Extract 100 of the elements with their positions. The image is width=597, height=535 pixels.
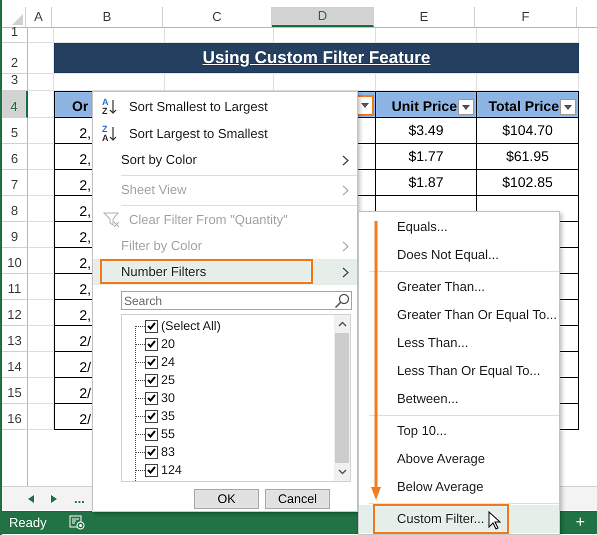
menu-item[interactable]: Below Average <box>359 473 559 501</box>
row-number[interactable]: 9 <box>10 226 18 246</box>
checkbox[interactable] <box>145 446 158 458</box>
row-number[interactable]: 2 <box>10 52 18 72</box>
row-number[interactable]: 1 <box>10 22 18 41</box>
menu-item[interactable]: Number Filters <box>93 259 357 285</box>
table-cell-text: 2, <box>79 124 91 143</box>
menu-item[interactable]: Less Than... <box>359 329 559 357</box>
menu-item[interactable]: Greater Than Or Equal To... <box>359 301 559 329</box>
grid-cell <box>28 248 54 274</box>
chevron-right-icon <box>342 154 349 166</box>
table-cell-text: $102.85 <box>502 173 553 192</box>
column-header: Or <box>72 97 88 116</box>
menu-item[interactable]: A Z Sort Smallest to Largest <box>93 93 357 120</box>
table-cell-text: 2, <box>79 176 91 195</box>
chevron-right-icon <box>342 184 349 196</box>
checkbox[interactable] <box>145 428 158 440</box>
menu-item[interactable]: Greater Than... <box>359 273 559 301</box>
row-number[interactable]: 14 <box>7 356 22 376</box>
caret-icon <box>462 104 470 110</box>
table-cell-text: 2, <box>79 228 91 247</box>
checkbox[interactable] <box>145 338 158 350</box>
value-label: 25 <box>161 372 175 389</box>
value-label: 35 <box>161 408 175 425</box>
dialog-button[interactable]: Cancel <box>265 489 330 509</box>
grid-cell <box>28 378 54 404</box>
value-label: 24 <box>161 354 175 371</box>
search-icon <box>334 292 350 308</box>
mouse-pointer-icon <box>488 511 501 530</box>
checkbox[interactable] <box>145 392 158 404</box>
value-label: 30 <box>161 390 175 407</box>
grid-cell <box>28 74 54 91</box>
grid-cell <box>28 352 54 378</box>
column-letter[interactable]: C <box>212 7 222 27</box>
menu-item[interactable]: Above Average <box>359 445 559 473</box>
table-cell-text: 2, <box>79 306 91 325</box>
column-letter[interactable]: E <box>420 7 428 27</box>
column-letter[interactable]: B <box>102 7 112 27</box>
table-cell-text: 2/ <box>79 410 91 429</box>
column-letter[interactable]: F <box>522 7 530 27</box>
scrollbar[interactable] <box>334 315 350 481</box>
macro-record-icon[interactable] <box>68 515 85 530</box>
menu-item[interactable]: Between... <box>359 385 559 413</box>
row-number[interactable]: 10 <box>7 252 22 272</box>
filter-dropdown-button[interactable] <box>458 99 474 115</box>
value-label: 20 <box>161 336 175 353</box>
sheet-title: Using Custom Filter Feature <box>202 47 430 70</box>
checkbox[interactable] <box>145 356 158 368</box>
next-sheet-icon[interactable] <box>51 495 57 503</box>
menu-item[interactable]: Z A Sort Largest to Smallest <box>93 120 357 147</box>
checkbox[interactable] <box>145 374 158 386</box>
grid-cell <box>28 274 54 300</box>
zoom-in-button[interactable]: + <box>576 510 585 534</box>
table-cell-text: $61.95 <box>506 147 549 166</box>
column-header: Total Price <box>488 97 559 116</box>
dialog-button[interactable]: OK <box>194 489 259 509</box>
row-number[interactable]: 12 <box>7 304 22 324</box>
table-cell-text: 2, <box>79 280 91 299</box>
menu-item[interactable]: Top 10... <box>359 417 559 445</box>
filter-dropdown-button[interactable] <box>560 99 576 115</box>
menu-item[interactable]: Less Than Or Equal To... <box>359 357 559 385</box>
table-cell-text: 2/ <box>79 358 91 377</box>
row-number[interactable]: 13 <box>7 330 22 350</box>
checkbox[interactable] <box>145 410 158 422</box>
column-letter[interactable]: A <box>34 7 43 27</box>
table-cell-text: 2, <box>79 150 91 169</box>
row-number[interactable]: 6 <box>10 148 18 168</box>
column-header: Unit Price <box>392 97 457 116</box>
row-number[interactable]: 16 <box>7 408 22 428</box>
menu-item[interactable]: Does Not Equal... <box>359 241 559 269</box>
table-cell-text: 2, <box>79 202 91 221</box>
menu-item[interactable]: Equals... <box>359 213 559 241</box>
grid-cell <box>28 144 54 170</box>
clear-filter-icon <box>103 212 121 228</box>
row-number[interactable]: 11 <box>8 278 22 298</box>
column-letter[interactable]: D <box>318 6 328 26</box>
table-cell-text: $1.87 <box>408 173 444 192</box>
table-cell-text: 2/ <box>79 332 91 351</box>
grid-cell <box>28 118 54 144</box>
row-number[interactable]: 8 <box>10 200 18 220</box>
checkbox[interactable] <box>145 464 158 476</box>
more-sheets[interactable]: ... <box>74 489 85 509</box>
checkbox[interactable] <box>145 320 158 332</box>
row-number[interactable]: 3 <box>10 70 18 89</box>
grid-cell <box>28 326 54 352</box>
grid-cell <box>28 28 54 43</box>
status-text: Ready <box>9 514 47 532</box>
value-label: 83 <box>161 444 175 461</box>
menu-item[interactable]: Sort by Color <box>93 147 357 173</box>
row-number[interactable]: 15 <box>7 382 22 402</box>
table-cell-text: 2/ <box>79 384 91 403</box>
value-label: 124 <box>161 462 182 479</box>
row-number[interactable]: 5 <box>10 122 18 142</box>
value-label: (Select All) <box>161 318 221 335</box>
table-cell-text: $104.70 <box>502 121 553 140</box>
row-number[interactable]: 7 <box>10 174 18 194</box>
menu-item[interactable]: Custom Filter... <box>359 505 559 533</box>
previous-sheet-icon[interactable] <box>28 495 34 503</box>
table-cell-text: $1.77 <box>408 147 444 166</box>
chevron-right-icon <box>342 240 349 252</box>
